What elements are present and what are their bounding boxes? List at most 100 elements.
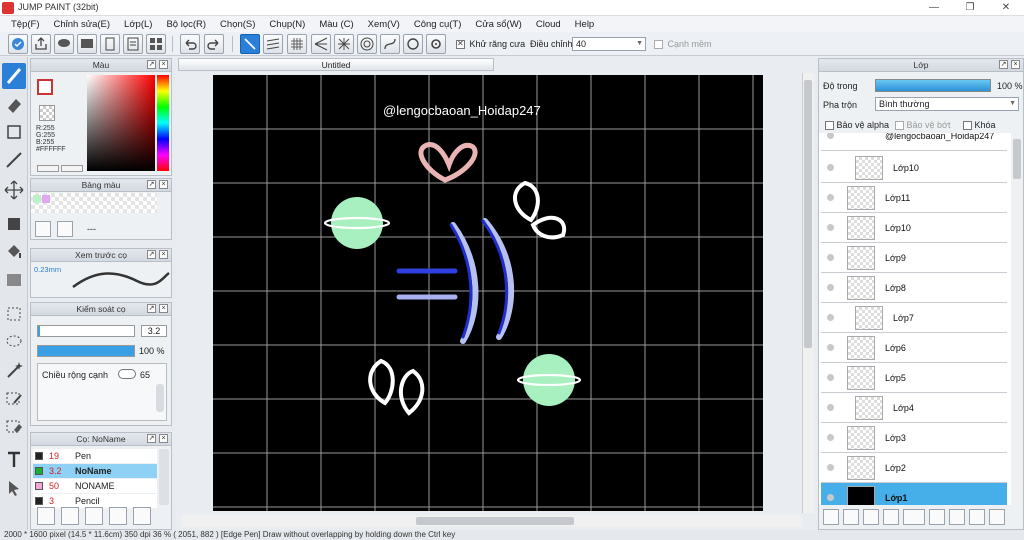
palette-swatch[interactable]	[42, 195, 50, 203]
protect-alpha-option[interactable]: Bảo vệ alpha	[825, 120, 889, 131]
layer-row[interactable]: Lớp4	[821, 393, 1007, 423]
new-layer-icon[interactable]	[823, 509, 839, 525]
layer-row[interactable]: Lớp8	[821, 273, 1007, 303]
new-raster-icon[interactable]	[843, 509, 859, 525]
close-icon[interactable]: ×	[159, 304, 168, 313]
detach-icon[interactable]: ↗	[147, 60, 156, 69]
brush-cloud-icon[interactable]	[37, 507, 55, 525]
layer-row[interactable]: Lớp10	[821, 153, 1007, 183]
layer-row[interactable]: Lớp1	[821, 483, 1007, 505]
menu-tools[interactable]: Công cụ(T)	[407, 19, 469, 30]
curve-ruler-button[interactable]	[380, 34, 400, 54]
close-icon[interactable]: ✕	[992, 0, 1020, 15]
gradient-tool-icon[interactable]	[2, 267, 26, 293]
eye-icon[interactable]	[827, 284, 834, 291]
magic-wand-tool-icon[interactable]	[2, 357, 26, 383]
text-tool-icon[interactable]	[2, 447, 26, 473]
menu-capture[interactable]: Chụp(N)	[262, 19, 312, 30]
close-icon[interactable]: ×	[1011, 60, 1020, 69]
eye-icon[interactable]	[827, 164, 834, 171]
clip-option[interactable]: Bảo vệ bớt	[895, 120, 950, 131]
snap-check[interactable]	[654, 40, 663, 50]
folder-icon[interactable]	[929, 509, 945, 525]
detach-icon[interactable]: ↗	[147, 434, 156, 443]
menu-layer[interactable]: Lớp(L)	[117, 19, 159, 30]
adjust-dropdown[interactable]: 40 ▼	[572, 37, 646, 51]
new-palette-icon[interactable]	[35, 221, 51, 237]
eye-icon[interactable]	[827, 464, 834, 471]
brush-menu-icon[interactable]	[85, 507, 103, 525]
layer-row[interactable]: Lớp5	[821, 363, 1007, 393]
grid-layout-button[interactable]	[146, 34, 166, 54]
move-tool-icon[interactable]	[2, 177, 26, 203]
select-rect-tool-icon[interactable]	[2, 301, 26, 327]
blend-mode-dropdown[interactable]: Bình thường ▼	[875, 97, 1019, 111]
message-button[interactable]	[77, 34, 97, 54]
eye-icon[interactable]	[827, 254, 834, 261]
edge-width-toggle[interactable]	[118, 369, 136, 379]
snap-checkbox[interactable]: Cạnh mềm	[654, 39, 712, 50]
new-1bit-icon[interactable]	[883, 509, 899, 525]
fill-rect-tool-icon[interactable]	[2, 211, 26, 237]
layer-row[interactable]: Lớp9	[821, 243, 1007, 273]
merge-layer-icon[interactable]	[969, 509, 985, 525]
canvas-horizontal-scroll-thumb[interactable]	[416, 517, 574, 525]
pen-tool-icon[interactable]	[2, 63, 26, 89]
select-pen-tool-icon[interactable]	[2, 385, 26, 411]
brush-size-value[interactable]: 3.2	[141, 325, 167, 337]
lock-check[interactable]	[963, 121, 972, 131]
comment-button[interactable]	[54, 34, 74, 54]
operation-tool-icon[interactable]	[2, 475, 26, 501]
color-swap-button[interactable]	[37, 165, 59, 172]
layer-row[interactable]: Lớp3	[821, 423, 1007, 453]
brush-folder-icon[interactable]	[133, 507, 151, 525]
layer-row[interactable]: Lớp6	[821, 333, 1007, 363]
menu-select[interactable]: Chọn(S)	[213, 19, 262, 30]
eye-icon[interactable]	[827, 314, 834, 321]
eye-icon[interactable]	[827, 344, 834, 351]
eye-icon[interactable]	[827, 404, 834, 411]
close-icon[interactable]: ×	[159, 434, 168, 443]
new-vector-icon[interactable]	[863, 509, 879, 525]
radial-lines-button[interactable]	[334, 34, 354, 54]
menu-cloud[interactable]: Cloud	[529, 19, 568, 30]
eraser-tool-icon[interactable]	[2, 91, 26, 117]
trash-icon[interactable]	[57, 221, 73, 237]
transparent-color-swatch[interactable]	[39, 105, 55, 121]
line-tool-icon[interactable]	[2, 147, 26, 173]
layer-row[interactable]: Lớp2	[821, 453, 1007, 483]
brush-opacity-slider[interactable]	[37, 345, 135, 357]
antialias-checkbox[interactable]: Khử răng cưa	[456, 39, 525, 50]
ellipse-ruler-button[interactable]	[403, 34, 423, 54]
brush-list-scrollbar[interactable]	[159, 449, 169, 505]
properties-scrollbar[interactable]	[156, 384, 164, 412]
menu-edit[interactable]: Chỉnh sửa(E)	[47, 19, 118, 30]
protect-alpha-check[interactable]	[825, 121, 834, 131]
duplicate-layer-icon[interactable]	[949, 509, 965, 525]
concentric-button[interactable]	[357, 34, 377, 54]
saturation-value-picker[interactable]	[87, 75, 155, 171]
grid-ruler-button[interactable]	[287, 34, 307, 54]
brush-list-item[interactable]: 50 NONAME	[33, 479, 157, 493]
maximize-icon[interactable]: ❐	[956, 0, 984, 15]
redo-button[interactable]	[204, 34, 224, 54]
detach-icon[interactable]: ↗	[147, 180, 156, 189]
document-button[interactable]	[123, 34, 143, 54]
close-icon[interactable]: ×	[159, 60, 168, 69]
close-icon[interactable]: ×	[159, 180, 168, 189]
perspective-button[interactable]	[311, 34, 331, 54]
brush-list-item[interactable]: 3 Pencil	[33, 494, 157, 508]
primary-color-swatch[interactable]	[37, 79, 53, 95]
menu-window[interactable]: Cửa sổ(W)	[468, 19, 528, 30]
eye-icon[interactable]	[827, 434, 834, 441]
cloud-sync-button[interactable]	[8, 34, 28, 54]
eye-icon[interactable]	[827, 374, 834, 381]
layer-row[interactable]: @lengocbaoan_Hoidap247	[821, 133, 1007, 151]
menu-color[interactable]: Màu (C)	[312, 19, 360, 30]
eye-icon[interactable]	[827, 133, 834, 139]
eye-icon[interactable]	[827, 494, 834, 501]
layer-row[interactable]: Lớp7	[821, 303, 1007, 333]
close-icon[interactable]: ×	[159, 250, 168, 259]
settings-ruler-button[interactable]	[426, 34, 446, 54]
menu-help[interactable]: Help	[568, 19, 602, 30]
